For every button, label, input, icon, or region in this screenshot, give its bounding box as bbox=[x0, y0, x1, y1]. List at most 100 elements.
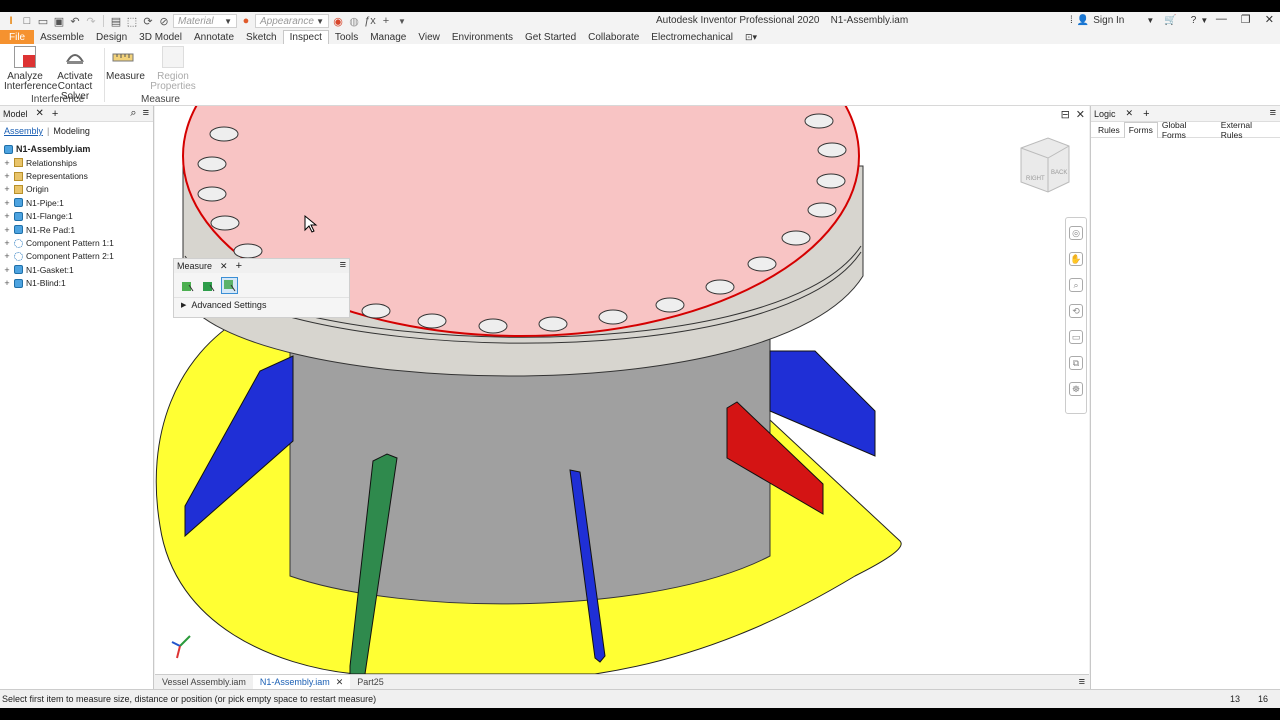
add-icon[interactable]: + bbox=[379, 14, 393, 28]
tree-item-representations[interactable]: + Representations bbox=[0, 169, 153, 182]
close-icon[interactable]: ✕ bbox=[336, 677, 344, 688]
expand-icon[interactable]: + bbox=[3, 198, 11, 208]
assembly-tab[interactable]: Assembly bbox=[4, 126, 43, 136]
tree-item-blind[interactable]: + N1-Blind:1 bbox=[0, 277, 153, 290]
maximize-view-icon[interactable]: ⊟ bbox=[1061, 108, 1070, 121]
region-properties-button[interactable]: Region Properties bbox=[141, 46, 205, 92]
tab-collaborate[interactable]: Collaborate bbox=[582, 30, 645, 44]
expand-icon[interactable]: + bbox=[3, 184, 11, 194]
expand-icon[interactable]: + bbox=[3, 251, 11, 261]
tree-item-pipe[interactable]: + N1-Pipe:1 bbox=[0, 196, 153, 209]
advanced-settings-toggle[interactable]: ▶ Advanced Settings bbox=[174, 297, 349, 311]
tab-sketch[interactable]: Sketch bbox=[240, 30, 283, 44]
tab-global-forms[interactable]: Global Forms bbox=[1158, 120, 1217, 140]
chevron-down-icon: ▼ bbox=[316, 16, 324, 26]
search-icon[interactable]: ⌕ bbox=[130, 107, 136, 120]
add-icon[interactable]: + bbox=[236, 260, 242, 272]
browser-title: Model bbox=[3, 108, 28, 119]
expand-icon[interactable]: + bbox=[3, 158, 11, 168]
close-icon[interactable]: ✕ bbox=[1126, 108, 1134, 119]
appearance-dropdown[interactable]: Appearance ▼ bbox=[255, 14, 329, 28]
clear-icon[interactable]: ◍ bbox=[347, 14, 361, 28]
adjust-icon[interactable]: ◉ bbox=[331, 14, 345, 28]
close-icon[interactable]: ✕ bbox=[220, 261, 228, 272]
material-dropdown[interactable]: Material ▼ bbox=[173, 14, 237, 28]
view-face-icon[interactable]: ▭ bbox=[1069, 330, 1083, 344]
pan-icon[interactable]: ✋ bbox=[1069, 252, 1083, 266]
tab-electromechanical[interactable]: Electromechanical bbox=[645, 30, 739, 44]
customize-qat-icon[interactable]: ▼ bbox=[395, 14, 409, 28]
expand-icon[interactable]: + bbox=[3, 211, 11, 221]
save-icon[interactable]: ▣ bbox=[52, 14, 66, 28]
select-icon[interactable]: ⬚ bbox=[125, 14, 139, 28]
tree-item-re-pad[interactable]: + N1-Re Pad:1 bbox=[0, 223, 153, 236]
expand-icon[interactable]: + bbox=[3, 278, 11, 288]
region-properties-label: Region Properties bbox=[150, 71, 196, 92]
tree-root[interactable]: N1-Assembly.iam bbox=[0, 142, 153, 156]
tree-item-flange[interactable]: + N1-Flange:1 bbox=[0, 210, 153, 223]
tab-annotate[interactable]: Annotate bbox=[188, 30, 240, 44]
close-icon[interactable]: ✕ bbox=[1076, 108, 1085, 121]
parameters-icon[interactable]: ƒx bbox=[363, 14, 377, 28]
expand-icon[interactable]: + bbox=[3, 225, 11, 235]
minimize-icon[interactable]: — bbox=[1216, 13, 1227, 26]
tab-rules[interactable]: Rules bbox=[1094, 122, 1124, 138]
undo-icon[interactable]: ↶ bbox=[68, 14, 82, 28]
open-file-icon[interactable]: ▭ bbox=[36, 14, 50, 28]
new-file-icon[interactable]: □ bbox=[20, 14, 34, 28]
redo-icon[interactable]: ↷ bbox=[84, 14, 98, 28]
look-at-icon[interactable]: ⧉ bbox=[1069, 356, 1083, 370]
tab-external-rules[interactable]: External Rules bbox=[1217, 120, 1280, 140]
menu-icon[interactable]: ≡ bbox=[1079, 676, 1085, 688]
menu-icon[interactable]: ≡ bbox=[340, 259, 346, 271]
tree-item-pattern-2[interactable]: + Component Pattern 2:1 bbox=[0, 250, 153, 263]
tab-inspect[interactable]: Inspect bbox=[282, 30, 329, 44]
tab-environments[interactable]: Environments bbox=[446, 30, 519, 44]
browser-header: Model ✕ + ⌕ ≡ bbox=[0, 106, 153, 122]
tab-tools[interactable]: Tools bbox=[329, 30, 364, 44]
tree-item-pattern-1[interactable]: + Component Pattern 1:1 bbox=[0, 236, 153, 249]
tab-file[interactable]: File bbox=[0, 30, 35, 44]
menu-icon[interactable]: ≡ bbox=[1270, 107, 1276, 119]
restore-icon[interactable]: ❐ bbox=[1241, 13, 1251, 26]
doc-tab-n1-assembly[interactable]: N1-Assembly.iam ✕ bbox=[252, 674, 351, 690]
properties-icon[interactable]: ▤ bbox=[109, 14, 123, 28]
cart-icon[interactable]: 🛒 bbox=[1164, 15, 1176, 26]
expand-icon[interactable]: + bbox=[3, 171, 11, 181]
expand-icon[interactable]: + bbox=[3, 238, 11, 248]
select-part-icon[interactable] bbox=[200, 277, 217, 294]
doc-tab-vessel-assembly[interactable]: Vessel Assembly.iam bbox=[155, 675, 253, 690]
tab-3d-model[interactable]: 3D Model bbox=[133, 30, 188, 44]
tab-manage[interactable]: Manage bbox=[364, 30, 412, 44]
expand-icon[interactable]: + bbox=[3, 265, 11, 275]
tab-design[interactable]: Design bbox=[90, 30, 133, 44]
steering-wheel-icon[interactable]: ◎ bbox=[1069, 226, 1083, 240]
sign-in[interactable]: ⁞ 👤 Sign In ▼ 🛒 ? ▼ bbox=[1070, 15, 1208, 26]
select-face-edge-icon[interactable] bbox=[221, 276, 238, 294]
doc-tab-part25[interactable]: Part25 bbox=[350, 675, 391, 690]
add-tab-icon[interactable]: + bbox=[52, 108, 58, 120]
tree-item-relationships[interactable]: + Relationships bbox=[0, 156, 153, 169]
tree-item-gasket[interactable]: + N1-Gasket:1 bbox=[0, 263, 153, 276]
tab-view[interactable]: View bbox=[412, 30, 446, 44]
close-icon[interactable]: ✕ bbox=[36, 108, 44, 119]
modeling-tab[interactable]: Modeling bbox=[53, 126, 90, 136]
update-icon[interactable]: ⟳ bbox=[141, 14, 155, 28]
tab-assemble[interactable]: Assemble bbox=[34, 30, 90, 44]
measure-button[interactable]: Measure bbox=[106, 46, 145, 82]
full-navigation-icon[interactable]: ☸ bbox=[1069, 382, 1083, 396]
graphics-viewport[interactable]: RIGHT BACK ⊟ ✕ bbox=[155, 106, 1089, 674]
clear-appearance-icon[interactable]: ⊘ bbox=[157, 14, 171, 28]
tree-item-origin[interactable]: + Origin bbox=[0, 183, 153, 196]
menu-icon[interactable]: ≡ bbox=[143, 107, 149, 120]
ribbon-options-icon[interactable]: ⊡▾ bbox=[739, 30, 763, 44]
orbit-icon[interactable]: ⟲ bbox=[1069, 304, 1083, 318]
zoom-icon[interactable]: ⌕ bbox=[1069, 278, 1083, 292]
help-icon[interactable]: ? bbox=[1191, 15, 1197, 26]
add-icon[interactable]: + bbox=[1143, 108, 1149, 120]
tab-get-started[interactable]: Get Started bbox=[519, 30, 582, 44]
select-component-icon[interactable] bbox=[179, 277, 196, 294]
tab-forms[interactable]: Forms bbox=[1123, 121, 1158, 138]
analyze-interference-button[interactable]: Analyze Interference bbox=[4, 46, 57, 92]
close-icon[interactable]: ✕ bbox=[1265, 13, 1274, 26]
